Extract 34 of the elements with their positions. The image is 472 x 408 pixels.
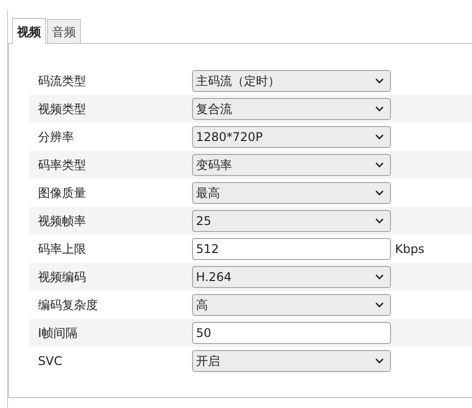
chevron-down-icon bbox=[375, 106, 384, 112]
field-label: 视频类型 bbox=[38, 101, 87, 118]
chevron-down-icon bbox=[375, 78, 384, 84]
field-label: 视频帧率 bbox=[38, 213, 87, 230]
field-label: I帧间隔 bbox=[38, 325, 79, 342]
input-field[interactable]: 512 bbox=[192, 238, 391, 260]
dropdown[interactable]: 变码率 bbox=[192, 154, 391, 176]
dropdown[interactable]: 最高 bbox=[192, 182, 391, 204]
chevron-down-icon bbox=[375, 302, 384, 308]
chevron-down-icon bbox=[375, 162, 384, 168]
field-label: 分辨率 bbox=[38, 129, 75, 146]
unit-label: Kbps bbox=[395, 241, 424, 258]
tab[interactable]: 音频 bbox=[47, 19, 81, 43]
field-label: 编码复杂度 bbox=[38, 297, 99, 314]
dropdown[interactable]: 高 bbox=[192, 294, 391, 316]
dropdown[interactable]: H.264 bbox=[192, 266, 391, 288]
dropdown[interactable]: 1280*720P bbox=[192, 126, 391, 148]
chevron-down-icon bbox=[375, 134, 384, 140]
dropdown[interactable]: 复合流 bbox=[192, 98, 391, 120]
dropdown[interactable]: 主码流（定时） bbox=[192, 70, 391, 92]
field-label: 码率类型 bbox=[38, 157, 87, 174]
chevron-down-icon bbox=[375, 358, 384, 364]
field-label: SVC bbox=[38, 353, 64, 370]
field-label: 图像质量 bbox=[38, 185, 87, 202]
chevron-down-icon bbox=[375, 190, 384, 196]
chevron-down-icon bbox=[375, 274, 384, 280]
tab[interactable]: 视频 bbox=[12, 18, 46, 44]
chevron-down-icon bbox=[375, 218, 384, 224]
field-label: 码率上限 bbox=[38, 241, 87, 258]
input-field[interactable]: 50 bbox=[192, 322, 391, 344]
field-label: 视频编码 bbox=[38, 269, 87, 286]
dropdown[interactable]: 25 bbox=[192, 210, 391, 232]
field-label: 码流类型 bbox=[38, 73, 87, 90]
dropdown[interactable]: 开启 bbox=[192, 350, 391, 372]
